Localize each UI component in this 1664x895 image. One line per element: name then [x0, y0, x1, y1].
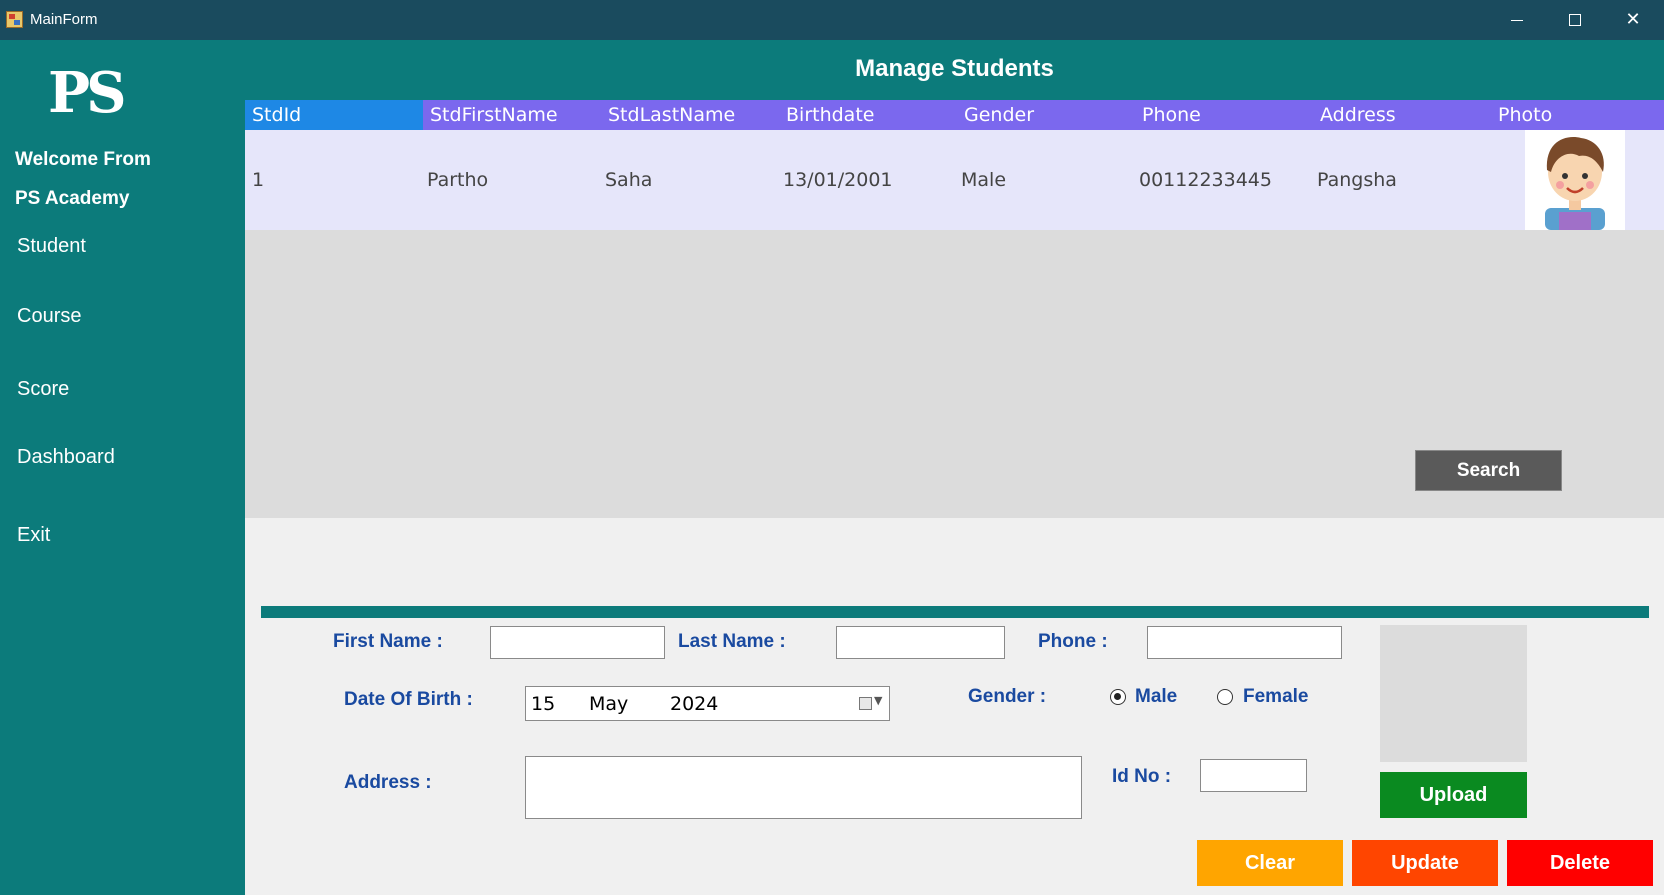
cell-stdid: 1	[252, 169, 265, 191]
last-name-input[interactable]	[836, 626, 1005, 659]
column-header-birthdate[interactable]: Birthdate	[779, 100, 957, 130]
dob-month[interactable]: May	[589, 693, 628, 715]
nav-dashboard[interactable]: Dashboard	[17, 446, 115, 469]
id-input[interactable]	[1200, 759, 1307, 792]
search-button[interactable]: Search	[1415, 450, 1562, 491]
cell-lastname: Saha	[605, 169, 653, 191]
dob-label: Date Of Birth :	[344, 689, 473, 710]
close-icon: ✕	[1625, 9, 1641, 30]
nav-score[interactable]: Score	[17, 378, 69, 401]
minimize-button[interactable]	[1488, 0, 1546, 40]
column-header-address[interactable]: Address	[1313, 100, 1491, 130]
last-name-label: Last Name :	[678, 631, 786, 652]
delete-button[interactable]: Delete	[1507, 840, 1653, 886]
id-label: Id No :	[1112, 766, 1172, 787]
maximize-button[interactable]	[1546, 0, 1604, 40]
page-title: Manage Students	[855, 55, 1054, 82]
first-name-label: First Name :	[333, 631, 443, 652]
welcome-line-2: PS Academy	[15, 188, 130, 209]
dob-day[interactable]: 15	[531, 693, 555, 715]
column-header-stdid[interactable]: StdId	[245, 100, 423, 130]
dob-date-picker[interactable]: 15 May 2024 ▼	[525, 686, 890, 721]
column-header-lastname[interactable]: StdLastName	[601, 100, 779, 130]
upload-button[interactable]: Upload	[1380, 772, 1527, 818]
window-title: MainForm	[30, 11, 98, 28]
nav-course[interactable]: Course	[17, 305, 81, 328]
table-row[interactable]: 1 Partho Saha 13/01/2001 Male 0011223344…	[245, 130, 1664, 230]
welcome-line-1: Welcome From	[15, 149, 151, 170]
address-label: Address :	[344, 772, 432, 793]
close-button[interactable]: ✕	[1604, 0, 1662, 40]
cell-photo	[1525, 130, 1625, 230]
photo-preview	[1380, 625, 1527, 762]
minimize-icon	[1511, 19, 1523, 21]
column-header-phone[interactable]: Phone	[1135, 100, 1313, 130]
student-photo	[1545, 137, 1605, 230]
grid-header: StdId StdFirstName StdLastName Birthdate…	[245, 100, 1664, 130]
welcome-text: Welcome From PS Academy	[15, 140, 151, 218]
column-header-photo[interactable]: Photo	[1491, 100, 1664, 130]
gender-male-radio[interactable]	[1110, 689, 1126, 705]
nav-exit[interactable]: Exit	[17, 524, 50, 547]
cell-address: Pangsha	[1317, 169, 1397, 191]
maximize-icon	[1569, 14, 1581, 26]
update-button[interactable]: Update	[1352, 840, 1498, 886]
clear-button[interactable]: Clear	[1197, 840, 1343, 886]
calendar-icon[interactable]	[859, 697, 872, 710]
first-name-input[interactable]	[490, 626, 665, 659]
form-divider	[261, 606, 1649, 618]
sidebar: PS Welcome From PS Academy Student Cours…	[0, 40, 245, 895]
address-input[interactable]	[525, 756, 1082, 819]
chevron-down-icon[interactable]: ▼	[874, 694, 882, 707]
column-header-gender[interactable]: Gender	[957, 100, 1135, 130]
dob-year[interactable]: 2024	[670, 693, 718, 715]
cell-birthdate: 13/01/2001	[783, 169, 893, 191]
gender-female-radio[interactable]	[1217, 689, 1233, 705]
cell-firstname: Partho	[427, 169, 489, 191]
column-header-firstname[interactable]: StdFirstName	[423, 100, 601, 130]
cell-phone: 00112233445	[1139, 169, 1272, 191]
gender-female-label[interactable]: Female	[1243, 686, 1308, 708]
logo: PS	[48, 60, 127, 126]
gender-label: Gender :	[968, 686, 1047, 707]
title-bar: MainForm ✕	[0, 0, 1664, 40]
header: Manage Students	[245, 40, 1664, 100]
nav-student[interactable]: Student	[17, 235, 86, 258]
cell-gender: Male	[961, 169, 1007, 191]
phone-input[interactable]	[1147, 626, 1342, 659]
app-icon	[6, 11, 23, 28]
gender-male-label[interactable]: Male	[1135, 686, 1177, 708]
phone-label: Phone :	[1038, 631, 1108, 652]
